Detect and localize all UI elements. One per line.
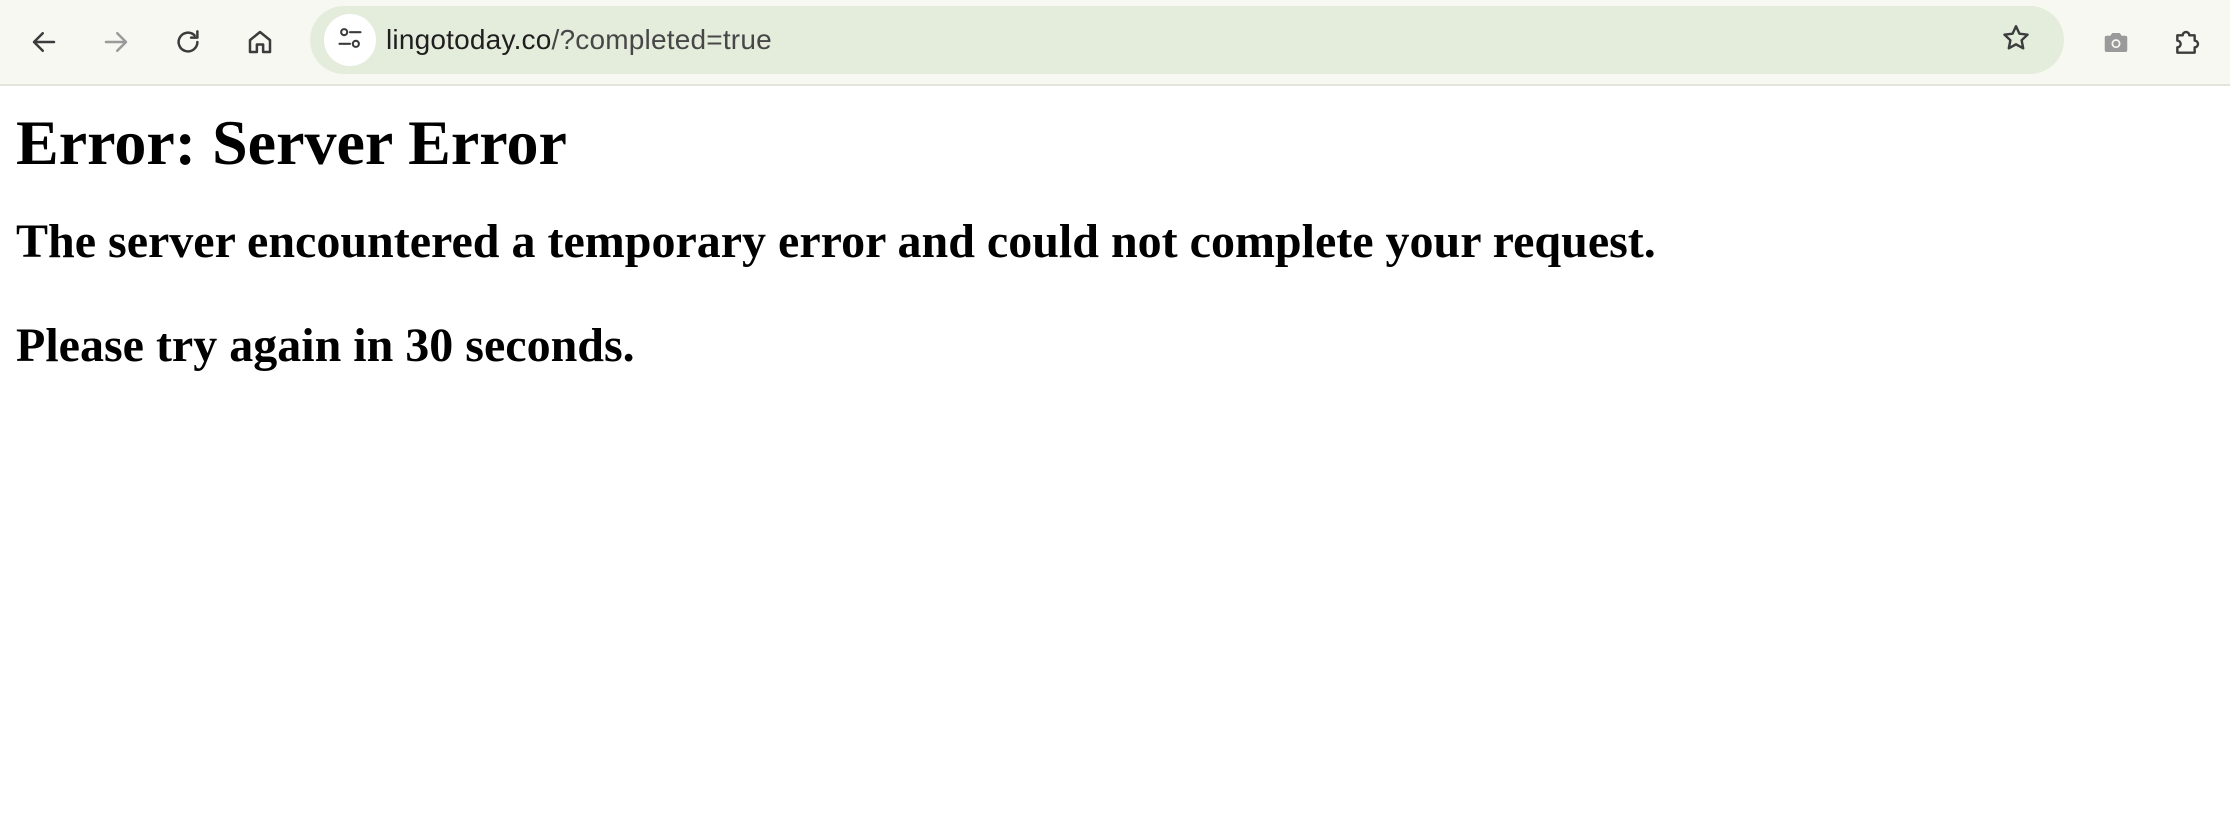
home-button[interactable]	[230, 12, 290, 72]
site-info-button[interactable]	[324, 14, 376, 66]
url-path: /?completed=true	[551, 24, 772, 55]
browser-toolbar: lingotoday.co/?completed=true	[0, 0, 2230, 86]
reload-button[interactable]	[158, 12, 218, 72]
bookmark-button[interactable]	[1990, 14, 2042, 66]
tune-icon	[336, 24, 364, 57]
retry-message: Please try again in 30 seconds.	[16, 319, 635, 372]
url-text[interactable]: lingotoday.co/?completed=true	[386, 6, 772, 74]
reload-icon	[173, 27, 203, 57]
back-button[interactable]	[14, 12, 74, 72]
url-host: lingotoday.co	[386, 24, 552, 55]
screenshot-button[interactable]	[2086, 12, 2146, 72]
home-icon	[245, 27, 275, 57]
error-heading: Error: Server Error	[16, 107, 567, 178]
error-message: The server encountered a temporary error…	[16, 215, 1656, 268]
camera-icon	[2101, 27, 2131, 57]
puzzle-icon	[2172, 26, 2204, 58]
page-content: Error: Server Error The server encounter…	[16, 88, 2230, 376]
arrow-left-icon	[29, 27, 59, 57]
forward-button[interactable]	[86, 12, 146, 72]
address-bar[interactable]: lingotoday.co/?completed=true	[310, 6, 2064, 74]
arrow-right-icon	[101, 27, 131, 57]
star-icon	[2000, 22, 2032, 59]
extensions-button[interactable]	[2158, 12, 2218, 72]
